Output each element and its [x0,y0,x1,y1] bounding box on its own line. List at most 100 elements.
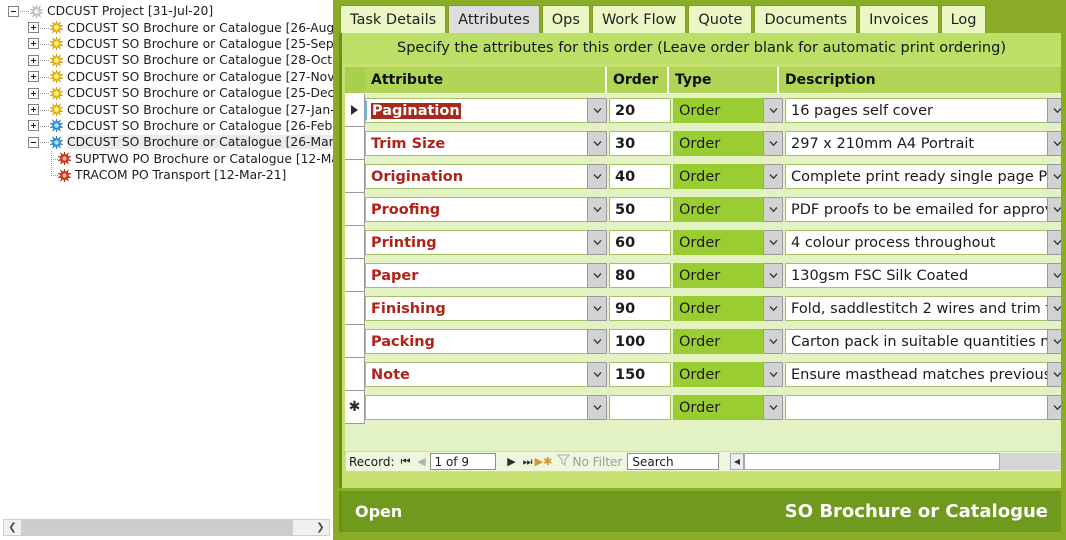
table-row[interactable]: Pagination 20 Order 16 pages self cover [345,94,1061,127]
tab-task-details[interactable]: Task Details [340,5,447,33]
column-header-description[interactable]: Description [779,67,1059,93]
type-combo-text[interactable]: Order [673,131,763,156]
expand-toggle[interactable] [28,54,39,66]
expand-toggle[interactable] [28,120,39,132]
tree-node-order[interactable]: CDCUST SO Brochure or Catalogue [27-Jan-… [0,101,333,117]
cell-attribute[interactable]: Finishing [365,296,607,321]
cell-attribute[interactable]: Pagination [365,98,607,123]
description-combo-text[interactable] [785,395,1047,420]
attribute-combo-text[interactable]: Trim Size [365,131,587,156]
table-row[interactable]: ✱ Order [345,391,1061,424]
cell-type[interactable]: Order [673,197,783,222]
tab-invoices[interactable]: Invoices [859,5,939,33]
attribute-combo-text[interactable]: Packing [365,329,587,354]
cell-order[interactable]: 20 [609,98,671,123]
chevron-down-icon[interactable] [763,329,783,354]
description-combo-text[interactable]: Fold, saddlestitch 2 wires and trim flus… [785,296,1047,321]
tree-node-po[interactable]: SUPTWO PO Brochure or Catalogue [12-Mar-… [0,150,333,167]
tree-node-root[interactable]: CDCUST Project [31-Jul-20] [0,3,333,19]
attribute-combo-text[interactable]: Pagination [365,98,587,123]
cell-description[interactable]: Complete print ready single page PDFs t [785,164,1061,189]
chevron-down-icon[interactable] [587,296,607,321]
tab-documents[interactable]: Documents [754,5,858,33]
description-combo-text[interactable]: Ensure masthead matches previous issue [785,362,1047,387]
table-row[interactable]: Printing 60 Order 4 colour process througho… [345,226,1061,259]
record-position[interactable]: 1 of 9 [429,453,496,470]
type-combo-text[interactable]: Order [673,296,763,321]
cell-description[interactable] [785,395,1061,420]
tree-node-order[interactable]: CDCUST SO Brochure or Catalogue [26-Feb-… [0,118,333,134]
cell-type[interactable]: Order [673,362,783,387]
tree-node-order[interactable]: CDCUST SO Brochure or Catalogue [25-Dec-… [0,85,333,101]
first-record-icon[interactable]: ⏮ [398,455,414,469]
attribute-combo-text[interactable] [365,395,587,420]
expand-toggle[interactable] [28,104,39,116]
chevron-down-icon[interactable] [763,131,783,156]
cell-description[interactable]: Fold, saddlestitch 2 wires and trim flus… [785,296,1061,321]
type-combo-text[interactable]: Order [673,164,763,189]
tab-log[interactable]: Log [940,5,987,33]
chevron-down-icon[interactable] [1047,296,1061,321]
tree-node-order[interactable]: CDCUST SO Brochure or Catalogue [25-Sep-… [0,36,333,52]
chevron-down-icon[interactable] [763,164,783,189]
attribute-combo-text[interactable]: Note [365,362,587,387]
row-selector[interactable] [345,94,365,127]
expand-toggle[interactable] [28,136,39,148]
table-row[interactable]: Origination 40 Order Complete print ready s… [345,160,1061,193]
tree-node-order[interactable]: CDCUST SO Brochure or Catalogue [26-Mar-… [0,134,333,150]
prev-record-icon[interactable]: ◀ [414,455,430,468]
cell-attribute[interactable] [365,395,607,420]
expand-toggle[interactable] [28,22,39,34]
cell-description[interactable]: 4 colour process throughout [785,230,1061,255]
cell-order[interactable] [609,395,671,420]
cell-type[interactable]: Order [673,131,783,156]
attribute-combo-text[interactable]: Proofing [365,197,587,222]
cell-attribute[interactable]: Paper [365,263,607,288]
cell-type[interactable]: Order [673,263,783,288]
tree-horizontal-scrollbar[interactable]: ❮ ❯ [3,519,330,536]
cell-order[interactable]: 100 [609,329,671,354]
type-combo-text[interactable]: Order [673,98,763,123]
filter-status[interactable]: No Filter [552,454,628,469]
attribute-combo-text[interactable]: Origination [365,164,587,189]
tab-work-flow[interactable]: Work Flow [591,5,687,33]
grid-horizontal-scrollbar[interactable]: ◀ [730,453,1060,470]
attributes-datasheet[interactable]: Attribute Order Type Description Paginat… [345,67,1061,452]
chevron-down-icon[interactable] [1047,329,1061,354]
tree-node-po[interactable]: TRACOM PO Transport [12-Mar-21] [0,167,333,183]
attribute-combo-text[interactable]: Printing [365,230,587,255]
collapse-toggle-root[interactable] [8,5,19,17]
cell-attribute[interactable]: Note [365,362,607,387]
description-combo-text[interactable]: 297 x 210mm A4 Portrait [785,131,1047,156]
chevron-down-icon[interactable] [763,230,783,255]
cell-attribute[interactable]: Packing [365,329,607,354]
row-selector[interactable] [345,358,365,391]
chevron-down-icon[interactable] [587,164,607,189]
row-selector[interactable] [345,193,365,226]
chevron-down-icon[interactable] [1047,362,1061,387]
grid-body[interactable]: Pagination 20 Order 16 pages self cover Trim… [345,94,1061,424]
cell-order[interactable]: 60 [609,230,671,255]
chevron-right-icon[interactable]: ❯ [312,520,329,535]
column-header-type[interactable]: Type [669,67,779,93]
type-combo-text[interactable]: Order [673,197,763,222]
attribute-combo-text[interactable]: Finishing [365,296,587,321]
type-combo-text[interactable]: Order [673,362,763,387]
chevron-down-icon[interactable] [587,263,607,288]
description-combo-text[interactable]: 130gsm FSC Silk Coated [785,263,1047,288]
attribute-combo-text[interactable]: Paper [365,263,587,288]
cell-type[interactable]: Order [673,296,783,321]
cell-description[interactable]: Ensure masthead matches previous issue [785,362,1061,387]
chevron-down-icon[interactable] [763,296,783,321]
expand-toggle[interactable] [28,38,39,50]
cell-description[interactable]: 297 x 210mm A4 Portrait [785,131,1061,156]
row-selector[interactable] [345,325,365,358]
last-record-icon[interactable]: ⏭ [520,455,536,469]
description-combo-text[interactable]: 16 pages self cover [785,98,1047,123]
row-selector[interactable] [345,160,365,193]
cell-type[interactable]: Order [673,98,783,123]
row-selector[interactable] [345,226,365,259]
chevron-down-icon[interactable] [763,263,783,288]
tree-node-order[interactable]: CDCUST SO Brochure or Catalogue [26-Aug-… [0,19,333,35]
tab-strip[interactable]: Task Details Attributes Ops Work Flow Quote D… [333,0,1066,33]
